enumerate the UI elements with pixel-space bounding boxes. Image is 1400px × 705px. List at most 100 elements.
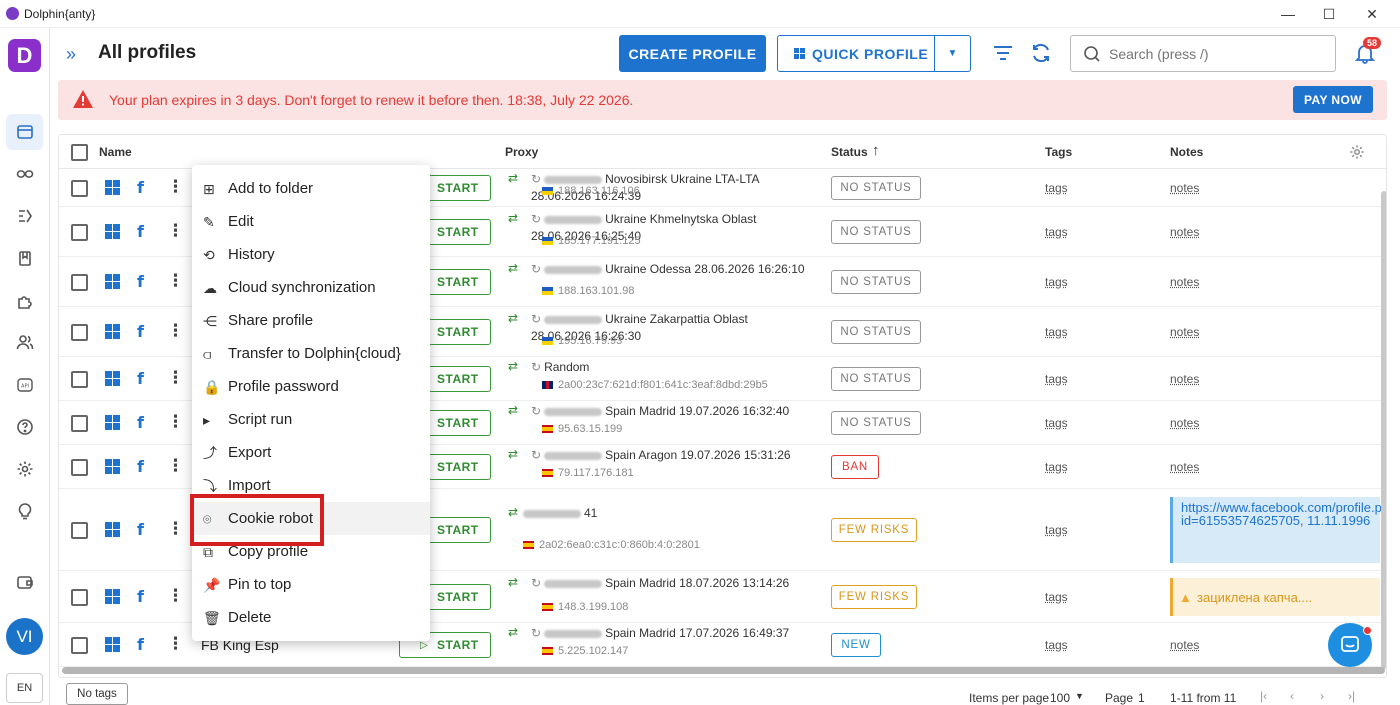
row-checkbox[interactable] xyxy=(71,589,88,606)
refresh-icon[interactable] xyxy=(1030,42,1052,64)
notes-warning[interactable]: ▲ зациклена капча.... xyxy=(1170,578,1380,616)
maximize-button[interactable]: ☐ xyxy=(1307,0,1351,28)
notes-content[interactable]: https://www.facebook.com/profile.php?id=… xyxy=(1170,497,1386,563)
proxy-rotate-icon[interactable]: ⇄ xyxy=(508,403,518,417)
horizontal-scrollbar[interactable] xyxy=(62,667,1385,674)
menu-item-pin-to-top[interactable]: 📌 Pin to top xyxy=(192,568,430,601)
quick-profile-button[interactable]: QUICK PROFILE ▼ xyxy=(777,35,971,72)
row-checkbox[interactable] xyxy=(71,637,88,654)
row-checkbox[interactable] xyxy=(71,522,88,539)
row-checkbox[interactable] xyxy=(71,415,88,432)
row-menu-icon[interactable]: ⋮ xyxy=(167,519,184,539)
proxy-rotate-icon[interactable]: ⇄ xyxy=(508,311,518,325)
row-menu-icon[interactable]: ⋮ xyxy=(167,586,184,606)
proxy-refresh-icon[interactable]: ↻ xyxy=(531,212,541,226)
notes-link[interactable]: notes xyxy=(1170,275,1199,289)
row-checkbox[interactable] xyxy=(71,274,88,291)
status-badge[interactable]: NO STATUS xyxy=(831,320,921,344)
row-menu-icon[interactable]: ⋮ xyxy=(167,321,184,341)
prev-page-icon[interactable]: ‹ xyxy=(1290,689,1294,703)
proxy-rotate-icon[interactable]: ⇄ xyxy=(508,447,518,461)
proxy-rotate-icon[interactable]: ⇄ xyxy=(508,575,518,589)
sidebar-item-wallet[interactable] xyxy=(6,564,43,600)
menu-item-edit[interactable]: ✎ Edit xyxy=(192,205,430,238)
proxy-refresh-icon[interactable]: ↻ xyxy=(531,172,541,186)
notes-link[interactable]: notes xyxy=(1170,225,1199,239)
filter-icon[interactable] xyxy=(992,42,1014,64)
minimize-button[interactable]: — xyxy=(1266,0,1310,28)
quick-profile-dropdown-icon[interactable]: ▼ xyxy=(934,36,970,71)
tags-link[interactable]: tags xyxy=(1045,325,1068,339)
column-proxy[interactable]: Proxy xyxy=(505,145,538,159)
vertical-scrollbar[interactable] xyxy=(1381,191,1386,669)
tags-link[interactable]: tags xyxy=(1045,416,1068,430)
status-badge[interactable]: NO STATUS xyxy=(831,176,921,200)
dolphin-logo[interactable]: D xyxy=(8,39,41,72)
next-page-icon[interactable]: › xyxy=(1320,689,1324,703)
tags-link[interactable]: tags xyxy=(1045,181,1068,195)
tags-link[interactable]: tags xyxy=(1045,638,1068,652)
row-menu-icon[interactable]: ⋮ xyxy=(167,634,184,654)
row-checkbox[interactable] xyxy=(71,371,88,388)
proxy-refresh-icon[interactable]: ↻ xyxy=(531,576,541,590)
sidebar-item-ideas[interactable] xyxy=(6,493,43,529)
first-page-icon[interactable]: |‹ xyxy=(1260,689,1267,703)
menu-item-export[interactable]: ⤴ Export xyxy=(192,436,430,469)
row-menu-icon[interactable]: ⋮ xyxy=(167,177,184,197)
no-tags-chip[interactable]: No tags xyxy=(66,683,128,705)
tags-link[interactable]: tags xyxy=(1045,372,1068,386)
proxy-rotate-icon[interactable]: ⇄ xyxy=(508,625,518,639)
tags-link[interactable]: tags xyxy=(1045,275,1068,289)
proxy-refresh-icon[interactable]: ↻ xyxy=(531,626,541,640)
tags-link[interactable]: tags xyxy=(1045,590,1068,604)
proxy-rotate-icon[interactable]: ⇄ xyxy=(508,171,518,185)
column-tags[interactable]: Tags xyxy=(1045,145,1072,159)
table-settings-gear-icon[interactable] xyxy=(1349,144,1365,160)
status-badge[interactable]: NO STATUS xyxy=(831,270,921,294)
tags-link[interactable]: tags xyxy=(1045,460,1068,474)
proxy-refresh-icon[interactable]: ↻ xyxy=(531,448,541,462)
status-badge[interactable]: NO STATUS xyxy=(831,367,921,391)
row-checkbox[interactable] xyxy=(71,324,88,341)
sidebar-item-extensions[interactable] xyxy=(6,283,43,319)
sidebar-item-api[interactable]: API xyxy=(6,367,43,403)
notes-link[interactable]: notes xyxy=(1170,325,1199,339)
close-button[interactable]: ✕ xyxy=(1350,0,1394,28)
tags-link[interactable]: tags xyxy=(1045,523,1068,537)
proxy-rotate-icon[interactable]: ⇄ xyxy=(508,261,518,275)
row-checkbox[interactable] xyxy=(71,224,88,241)
menu-item-script-run[interactable]: ▸ Script run xyxy=(192,403,430,436)
proxy-rotate-icon[interactable]: ⇄ xyxy=(508,211,518,225)
row-menu-icon[interactable]: ⋮ xyxy=(167,271,184,291)
pay-now-button[interactable]: PAY NOW xyxy=(1293,86,1373,113)
menu-item-cloud-synchronization[interactable]: ☁ Cloud synchronization xyxy=(192,271,430,304)
tags-link[interactable]: tags xyxy=(1045,225,1068,239)
row-checkbox[interactable] xyxy=(71,459,88,476)
menu-item-history[interactable]: ⟲ History xyxy=(192,238,430,271)
row-menu-icon[interactable]: ⋮ xyxy=(167,221,184,241)
items-per-page-select[interactable]: 100 xyxy=(1050,691,1070,705)
proxy-refresh-icon[interactable]: ↻ xyxy=(531,404,541,418)
search-input[interactable] xyxy=(1109,45,1309,62)
column-notes[interactable]: Notes xyxy=(1170,145,1203,159)
proxy-rotate-icon[interactable]: ⇄ xyxy=(508,359,518,373)
sidebar-item-profiles[interactable] xyxy=(6,114,43,150)
column-status[interactable]: Status xyxy=(831,145,868,159)
row-menu-icon[interactable]: ⋮ xyxy=(167,456,184,476)
sidebar-item-automation[interactable] xyxy=(6,198,43,234)
row-menu-icon[interactable]: ⋮ xyxy=(167,368,184,388)
user-avatar[interactable]: VI xyxy=(6,618,43,655)
proxy-rotate-icon[interactable]: ⇄ xyxy=(508,505,518,519)
menu-item-add-to-folder[interactable]: ⊞ Add to folder xyxy=(192,172,430,205)
status-badge[interactable]: BAN xyxy=(831,455,879,479)
proxy-refresh-icon[interactable]: ↻ xyxy=(531,262,541,276)
items-per-page-dropdown-icon[interactable]: ▼ xyxy=(1075,691,1084,701)
status-badge[interactable]: NEW xyxy=(831,633,881,657)
select-all-checkbox[interactable] xyxy=(71,144,88,161)
last-page-icon[interactable]: ›| xyxy=(1348,689,1355,703)
menu-item-profile-password[interactable]: 🔒 Profile password xyxy=(192,370,430,403)
menu-item-transfer-to-dolphin-cloud[interactable]: ⫏ Transfer to Dolphin{cloud} xyxy=(192,337,430,370)
expand-sidebar-icon[interactable]: » xyxy=(66,44,76,65)
proxy-refresh-icon[interactable]: ↻ xyxy=(531,312,541,326)
page-number[interactable]: 1 xyxy=(1138,691,1145,705)
